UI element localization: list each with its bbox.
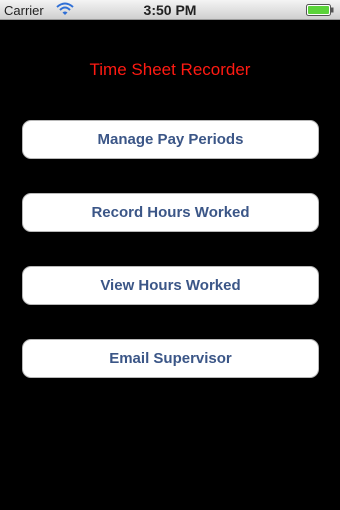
battery-icon — [306, 4, 334, 16]
status-time: 3:50 PM — [143, 2, 197, 18]
app-screen: Carrier 3:50 PM Time Sheet Recorder Mana… — [0, 0, 340, 510]
manage-pay-periods-button[interactable]: Manage Pay Periods — [22, 120, 319, 159]
view-hours-worked-button[interactable]: View Hours Worked — [22, 266, 319, 305]
record-hours-worked-button[interactable]: Record Hours Worked — [22, 193, 319, 232]
email-supervisor-button[interactable]: Email Supervisor — [22, 339, 319, 378]
page-title: Time Sheet Recorder — [89, 60, 251, 79]
status-bar: Carrier 3:50 PM — [0, 0, 340, 20]
